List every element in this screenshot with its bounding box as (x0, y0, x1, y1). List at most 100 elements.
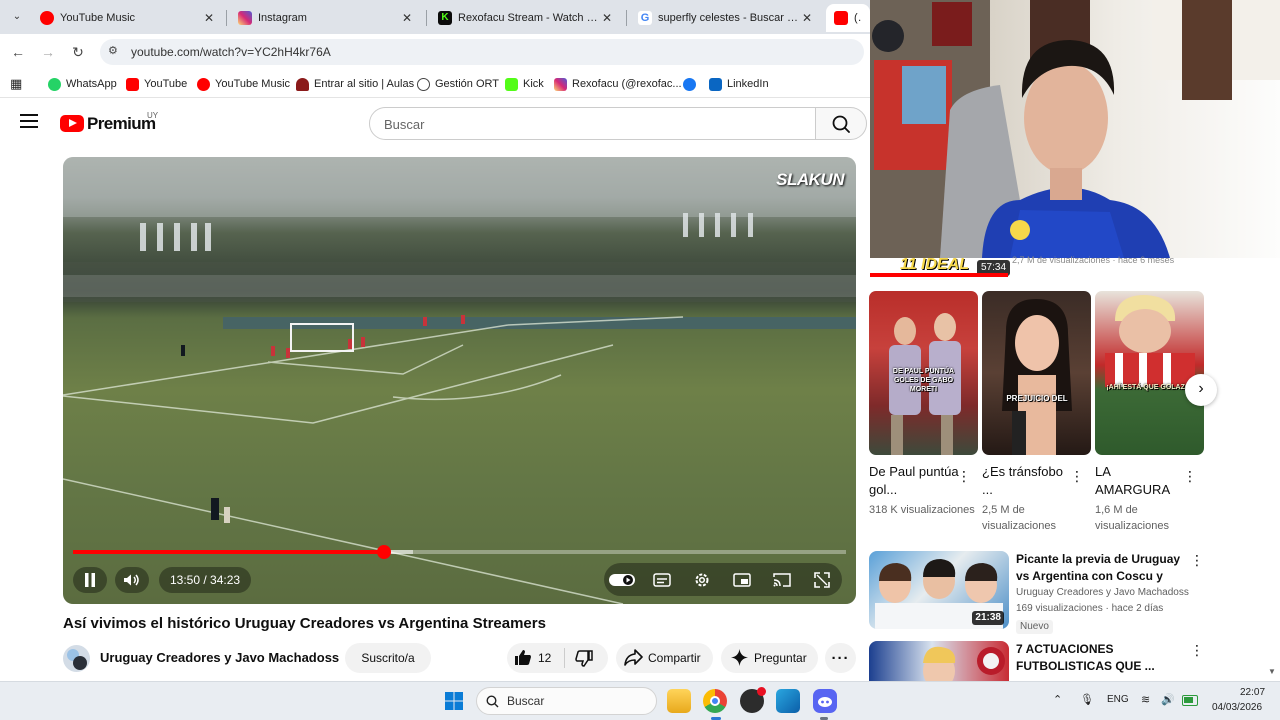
windows-taskbar: Buscar ⌃ 🎙 ENG ≋ 🔊 22:07 04/03/2026 (0, 681, 1280, 720)
bookmark-whatsapp[interactable]: WhatsApp (48, 76, 117, 92)
wifi-icon[interactable]: ≋ (1141, 693, 1150, 706)
bookmark-facebook[interactable] (683, 76, 701, 92)
video-duration-badge: 21:38 (972, 611, 1004, 625)
video-player[interactable]: SLAKUN 13:50 / 34:23 (63, 157, 856, 604)
short-thumbnail[interactable]: ¡AHÍ ESTÁ QUE GOLAZO! (1095, 291, 1204, 455)
short-title[interactable]: ¿Es tránsfobo ... (982, 463, 1074, 499)
youtube-premium-logo[interactable]: Premium (87, 114, 156, 134)
bookmark-youtube[interactable]: YouTube (126, 76, 187, 92)
bookmark-youtube-music[interactable]: YouTube Music (197, 76, 290, 92)
volume-button[interactable] (115, 567, 149, 593)
like-button[interactable] (514, 649, 532, 669)
search-placeholder: Buscar (384, 117, 425, 132)
more-vertical-icon[interactable]: ⋮ (956, 469, 972, 483)
tab-instagram[interactable]: Instagram ✕ (230, 4, 422, 32)
bookmark-label: YouTube Music (215, 78, 291, 90)
short-title[interactable]: LA AMARGURA (1095, 463, 1187, 499)
more-vertical-icon[interactable]: ⋮ (1189, 553, 1205, 567)
bookmark-rexofacu-instagram[interactable]: Rexofacu (@rexofac... (554, 76, 682, 92)
bookmark-gestion-ort[interactable]: Gestión ORT (417, 76, 499, 92)
menu-hamburger-icon[interactable] (20, 114, 38, 128)
progress-scrubber-handle[interactable] (376, 545, 391, 559)
webcam-image (870, 0, 1280, 258)
bookmark-kick[interactable]: Kick (505, 76, 544, 92)
search-input[interactable]: Buscar (369, 107, 816, 140)
more-vertical-icon[interactable]: ⋮ (1069, 469, 1085, 483)
miniplayer-button[interactable] (727, 567, 757, 593)
dislike-button[interactable] (575, 650, 593, 670)
tab-youtube-active[interactable]: (1) (826, 4, 870, 32)
share-button[interactable]: Compartir (616, 643, 713, 673)
windows-start-icon[interactable] (445, 692, 463, 710)
more-vertical-icon[interactable]: ⋮ (1189, 643, 1205, 657)
browser-toolbar: ← → ↻ ⚙ youtube.com/watch?v=YC2hH4kr76A (0, 34, 870, 70)
chrome-icon[interactable] (703, 689, 727, 713)
channel-name[interactable]: Uruguay Creadores y Javo Machadoss (100, 650, 339, 665)
steam-icon[interactable] (740, 687, 766, 713)
recommended-thumbnail[interactable]: 21:38 (869, 551, 1009, 629)
chevron-right-icon: › (1198, 380, 1204, 397)
more-actions-button[interactable]: ··· (825, 643, 856, 673)
address-bar[interactable]: ⚙ youtube.com/watch?v=YC2hH4kr76A (100, 39, 864, 65)
tab-search-dropdown-icon[interactable]: ⌄ (6, 6, 28, 28)
pause-button[interactable] (73, 567, 107, 593)
close-tab-icon[interactable]: ✕ (400, 11, 414, 25)
recommended-title[interactable]: Picante la previa de Uruguay vs Argentin… (1016, 551, 1190, 585)
short-thumbnail[interactable]: PREJUICIO DEL (982, 291, 1091, 455)
miniplayer-icon (733, 573, 751, 587)
more-vertical-icon[interactable]: ⋮ (1182, 469, 1198, 483)
back-arrow-icon[interactable]: ← (8, 42, 28, 62)
app-icon[interactable] (776, 689, 800, 713)
close-tab-icon[interactable]: ✕ (800, 11, 814, 25)
bookmark-linkedin[interactable]: LinkedIn (709, 76, 769, 92)
tab-youtube-music[interactable]: YouTube Music ✕ (32, 4, 224, 32)
short-views: 2,5 M de visualizaciones (982, 504, 1056, 532)
subscribed-button[interactable]: Suscrito/a (345, 643, 431, 673)
scroll-down-arrow-icon[interactable]: ▼ (1268, 667, 1276, 676)
tab-google-search[interactable]: G superfly celestes - Buscar con G ✕ (630, 4, 822, 32)
recommended-meta: 169 visualizaciones · hace 2 días (1016, 603, 1164, 614)
ask-label: Preguntar (754, 651, 807, 665)
search-icon (486, 695, 499, 708)
bookmark-aulas[interactable]: Entrar al sitio | Aulas (296, 76, 414, 92)
taskbar-clock-date[interactable]: 04/03/2026 (1212, 702, 1262, 713)
linkedin-icon (709, 77, 722, 91)
shorts-next-button[interactable]: › (1185, 374, 1217, 406)
forward-arrow-icon[interactable]: → (38, 42, 58, 62)
discord-icon[interactable] (813, 689, 837, 713)
settings-button[interactable] (687, 567, 717, 593)
cast-button[interactable] (767, 567, 797, 593)
short-views: 1,6 M de visualizaciones (1095, 504, 1169, 532)
volume-icon[interactable]: 🔊 (1161, 693, 1175, 706)
taskbar-search-input[interactable]: Buscar (476, 687, 657, 715)
battery-icon[interactable] (1182, 695, 1198, 706)
like-count: 12 (538, 651, 552, 665)
file-explorer-icon[interactable] (667, 689, 691, 713)
recommended-thumbnail-image (923, 646, 1005, 681)
tray-chevron-up-icon[interactable]: ⌃ (1053, 693, 1062, 706)
tab-rexofacu-stream[interactable]: K Rexofacu Stream - Watch Live o ✕ (430, 4, 622, 32)
browser-tab-strip: ⌄ YouTube Music ✕ Instagram ✕ K Rexofacu… (0, 0, 870, 34)
short-thumbnail[interactable]: DE PAUL PUNTÚA GOLES DE GABO MORETI (869, 291, 978, 455)
fullscreen-button[interactable] (807, 567, 837, 593)
language-indicator[interactable]: ENG (1107, 694, 1129, 705)
reload-icon[interactable]: ↻ (68, 42, 88, 62)
site-info-icon[interactable]: ⚙ (108, 44, 118, 57)
close-tab-icon[interactable]: ✕ (202, 11, 216, 25)
microphone-icon[interactable]: 🎙 (1080, 693, 1094, 706)
address-bar-url: youtube.com/watch?v=YC2hH4kr76A (131, 45, 331, 59)
recommended-thumbnail[interactable] (869, 641, 1009, 681)
autoplay-toggle[interactable] (607, 567, 637, 593)
close-tab-icon[interactable]: ✕ (600, 11, 614, 25)
recommended-channel[interactable]: Uruguay Creadores y Javo Machadoss (1016, 587, 1189, 598)
short-title[interactable]: De Paul puntúa gol... (869, 463, 961, 499)
recommended-title[interactable]: 7 ACTUACIONES FUTBOLISTICAS QUE ... (1016, 641, 1190, 675)
search-button[interactable] (815, 107, 867, 140)
taskbar-clock-time[interactable]: 22:07 (1240, 687, 1265, 698)
subtitles-button[interactable] (647, 567, 677, 593)
apps-grid-icon[interactable]: ▦ (10, 76, 22, 92)
channel-avatar[interactable] (63, 645, 90, 672)
ask-button[interactable]: Preguntar (721, 643, 818, 673)
youtube-logo-icon[interactable] (60, 115, 84, 132)
youtube-music-icon (40, 11, 54, 25)
